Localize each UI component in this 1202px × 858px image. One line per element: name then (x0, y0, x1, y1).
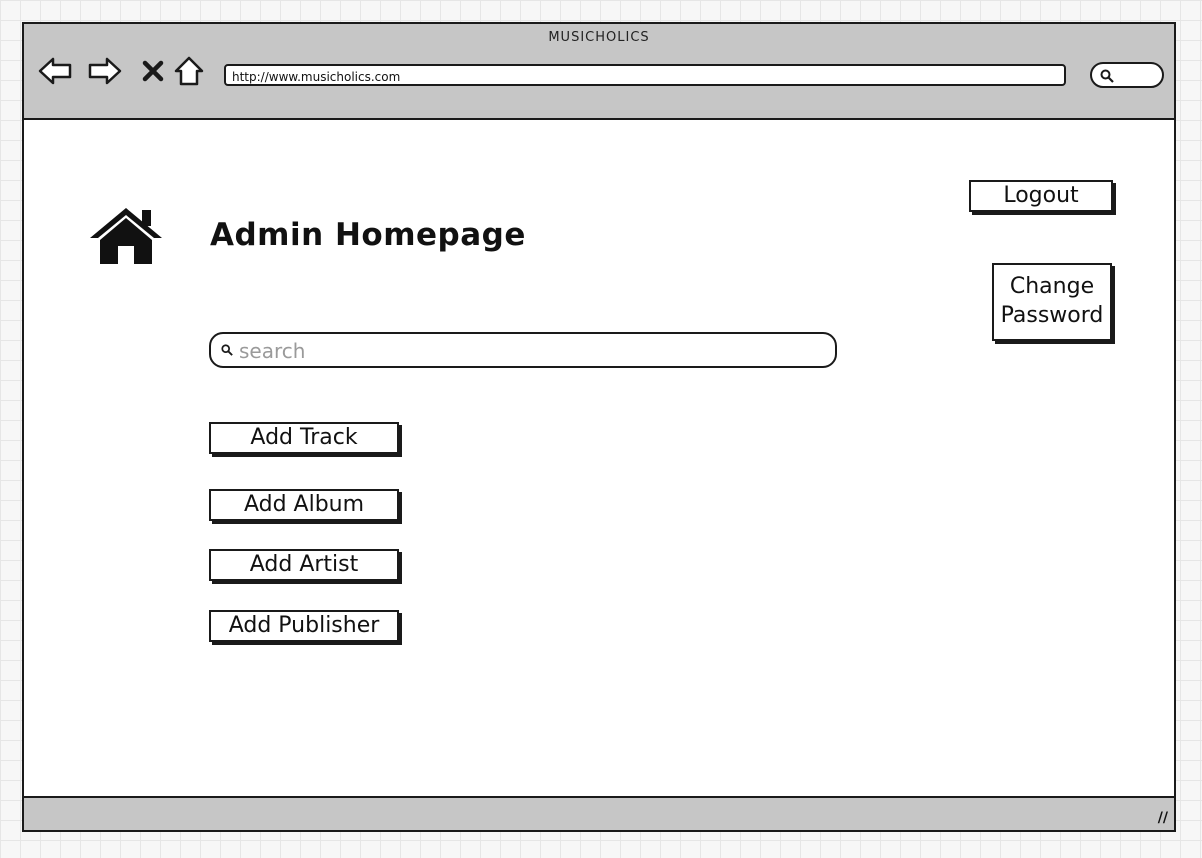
status-bar: // (24, 796, 1174, 830)
search-input[interactable] (237, 334, 831, 368)
url-input[interactable] (226, 68, 1064, 86)
back-button[interactable] (38, 54, 72, 88)
close-icon (142, 60, 164, 82)
logout-button[interactable]: Logout (969, 180, 1113, 212)
browser-search-field[interactable] (1090, 62, 1164, 88)
search-icon (221, 344, 233, 356)
home-icon (90, 208, 162, 264)
home-nav-button[interactable] (172, 54, 206, 88)
stop-button[interactable] (136, 54, 170, 88)
change-password-button[interactable]: Change Password (992, 263, 1112, 341)
address-bar[interactable] (224, 64, 1066, 86)
arrow-left-icon (38, 57, 72, 85)
search-box[interactable] (209, 332, 837, 368)
browser-toolbar: MUSICHOLICS (24, 24, 1174, 120)
change-password-label-line2: Password (1000, 303, 1104, 328)
add-track-button[interactable]: Add Track (209, 422, 399, 454)
search-icon (1100, 69, 1114, 83)
add-artist-button[interactable]: Add Artist (209, 549, 399, 581)
browser-window: MUSICHOLICS http://www.musicholics.com A… (22, 22, 1176, 832)
window-title: MUSICHOLICS (548, 30, 650, 45)
page-title: Admin Homepage (210, 217, 526, 253)
change-password-label-line1: Change (1009, 274, 1095, 300)
forward-button[interactable] (88, 54, 122, 88)
resize-grip[interactable]: // (1158, 810, 1168, 826)
add-album-button[interactable]: Add Album (209, 489, 399, 521)
arrow-right-icon (88, 57, 122, 85)
home-outline-icon (174, 56, 204, 86)
add-publisher-button[interactable]: Add Publisher (209, 610, 399, 642)
